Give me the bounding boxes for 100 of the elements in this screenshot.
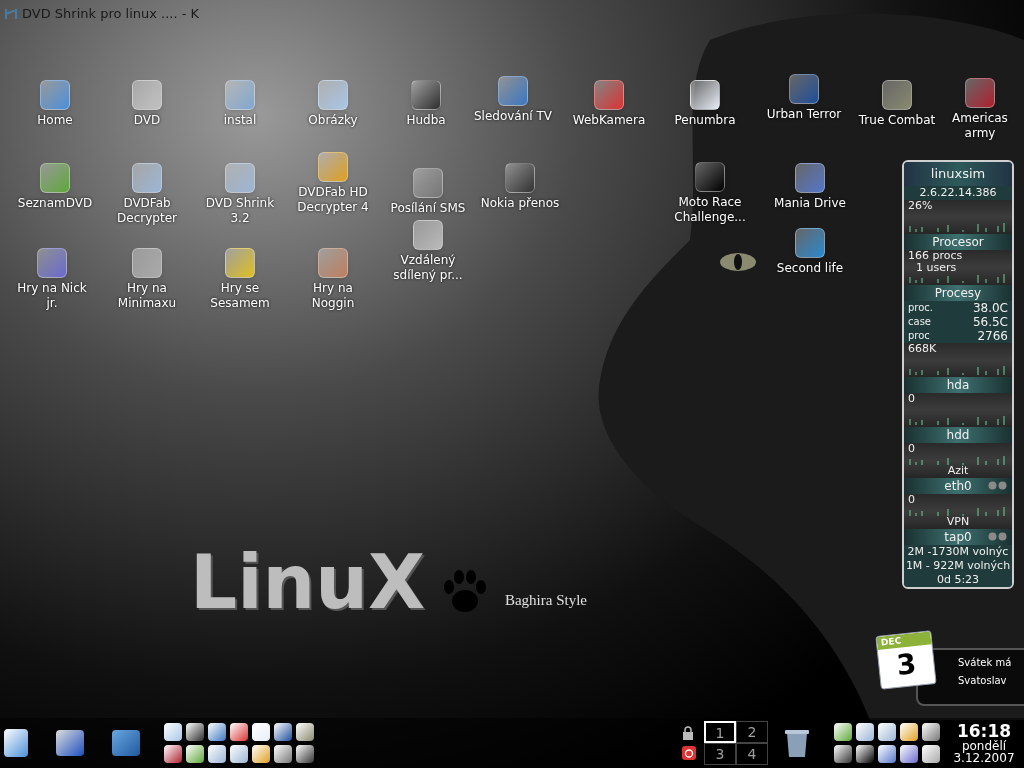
launcher-icon[interactable] (274, 745, 292, 763)
icon-label[interactable]: Mania Drive (774, 196, 846, 211)
monitor-text: 0 (908, 392, 916, 405)
launcher-icon[interactable] (296, 745, 314, 763)
tray-icon[interactable] (856, 723, 874, 741)
app-icon (225, 248, 255, 278)
icon-label[interactable]: Hudba (406, 113, 446, 128)
power-icon[interactable] (682, 746, 696, 760)
launcher-icon[interactable] (252, 745, 270, 763)
tray-icon[interactable] (878, 745, 896, 763)
app-icon (225, 80, 255, 110)
lock-icon[interactable] (682, 726, 694, 740)
reading-label: case (908, 314, 931, 329)
tray-icon[interactable] (922, 745, 940, 763)
app-icon (498, 76, 528, 106)
icon-label[interactable]: Vzdálený sdílený pr... (386, 253, 470, 283)
trash-icon[interactable] (784, 728, 810, 758)
launcher-icon[interactable] (230, 745, 248, 763)
monitor-text: 26% (908, 199, 934, 212)
icon-label[interactable]: Urban Terror (766, 107, 842, 122)
section-title: Procesor (932, 233, 984, 251)
icon-label[interactable]: Home (37, 113, 73, 128)
launcher-icon[interactable] (274, 723, 292, 741)
app-icon (795, 228, 825, 258)
app-icon (37, 248, 67, 278)
launcher-icon[interactable] (164, 723, 182, 741)
app-icon (413, 168, 443, 198)
icon-label[interactable]: Penumbra (674, 113, 736, 128)
icon-label[interactable]: DVDFab Decrypter (105, 196, 189, 226)
app-icon (225, 163, 255, 193)
icon-label[interactable]: Americas army (938, 111, 1022, 141)
icon-label[interactable]: WebKamera (572, 113, 646, 128)
app-icon (695, 162, 725, 192)
reading-value: 56.5C (972, 314, 1008, 329)
app-icon (318, 248, 348, 278)
icon-label[interactable]: DVDFab HD Decrypter 4 (291, 185, 375, 215)
window-title[interactable]: DVD Shrink pro linux .... - K (22, 4, 200, 24)
tray-icon[interactable] (878, 723, 896, 741)
app-icon (882, 80, 912, 110)
icon-label[interactable]: Hry se Sesamem (198, 281, 282, 311)
launcher-icon[interactable] (296, 723, 314, 741)
launcher-icon[interactable] (230, 723, 248, 741)
monitor-text: 1 users (915, 261, 957, 273)
desktop-pager-tab[interactable]: 2 (736, 721, 768, 743)
desktop-pager-tab[interactable]: 1 (704, 721, 736, 743)
tray-icon[interactable] (922, 723, 940, 741)
icon-label[interactable]: True Combat (858, 113, 936, 128)
icon-label[interactable]: Posílání SMS (390, 201, 466, 216)
section-title: hdd (946, 426, 970, 444)
icon-label[interactable]: Sledování TV (473, 109, 552, 124)
icon-label[interactable]: Hry na Minimaxu (105, 281, 189, 311)
launcher-icon[interactable] (208, 745, 226, 763)
icon-label[interactable]: Moto Race Challenge... (668, 195, 752, 225)
app-icon (795, 163, 825, 193)
desktop-pager-tab[interactable]: 3 (704, 743, 736, 765)
section-title: tap0 (944, 528, 972, 546)
monitor-text: 0 (908, 493, 916, 506)
monitor-title: linuxsim (904, 162, 1012, 186)
icon-label[interactable]: Hry na Nick jr. (10, 281, 94, 311)
app-icon (4, 6, 18, 21)
logo-caption: Baghira Style (504, 590, 587, 610)
monitor-text: 0 (908, 442, 916, 455)
app-icon (318, 80, 348, 110)
tray-icon[interactable] (834, 723, 852, 741)
launcher-icon[interactable] (186, 723, 204, 741)
launcher-icon[interactable] (252, 723, 270, 741)
app-icon (594, 80, 624, 110)
graph-caption: VPN (946, 515, 970, 527)
tray-icon[interactable] (834, 745, 852, 763)
tray-icon[interactable] (900, 745, 918, 763)
icon-label[interactable]: Second life (776, 261, 844, 276)
icon-label[interactable]: Hry na Noggin (291, 281, 375, 311)
section-title: eth0 (944, 477, 972, 495)
reading-label: proc. (908, 300, 934, 315)
icon-label[interactable]: SeznamDVD (17, 196, 93, 211)
icon-label[interactable]: DVD Shrink 3.2 (198, 196, 282, 226)
tray-icon[interactable] (900, 723, 918, 741)
app-icon (40, 163, 70, 193)
app-icon (965, 78, 995, 108)
computer-icon[interactable] (56, 730, 84, 756)
launcher-icon[interactable] (186, 745, 204, 763)
app-icon (132, 163, 162, 193)
clock-date: 3.12.2007 (953, 751, 1015, 764)
app-icon (690, 80, 720, 110)
app-icon (132, 80, 162, 110)
app-icon (40, 80, 70, 110)
calendar-note: Svátek má Svatoslav (958, 656, 1013, 688)
logo-text: LinuX (190, 545, 425, 619)
section-title: Procesy (934, 284, 982, 302)
icon-label[interactable]: Nokia přenos (480, 196, 560, 211)
clock-time[interactable]: 16:18 (956, 722, 1012, 740)
window-list-icon[interactable] (4, 729, 28, 757)
icon-label[interactable]: Obrázky (308, 113, 358, 128)
clock-weekday: pondělí (961, 739, 1007, 752)
icon-label[interactable]: DVD (133, 113, 161, 128)
launcher-icon[interactable] (208, 723, 226, 741)
launcher-icon[interactable] (164, 745, 182, 763)
app-icon (132, 248, 162, 278)
desktop-pager-tab[interactable]: 4 (736, 743, 768, 765)
tray-icon[interactable] (856, 745, 874, 763)
